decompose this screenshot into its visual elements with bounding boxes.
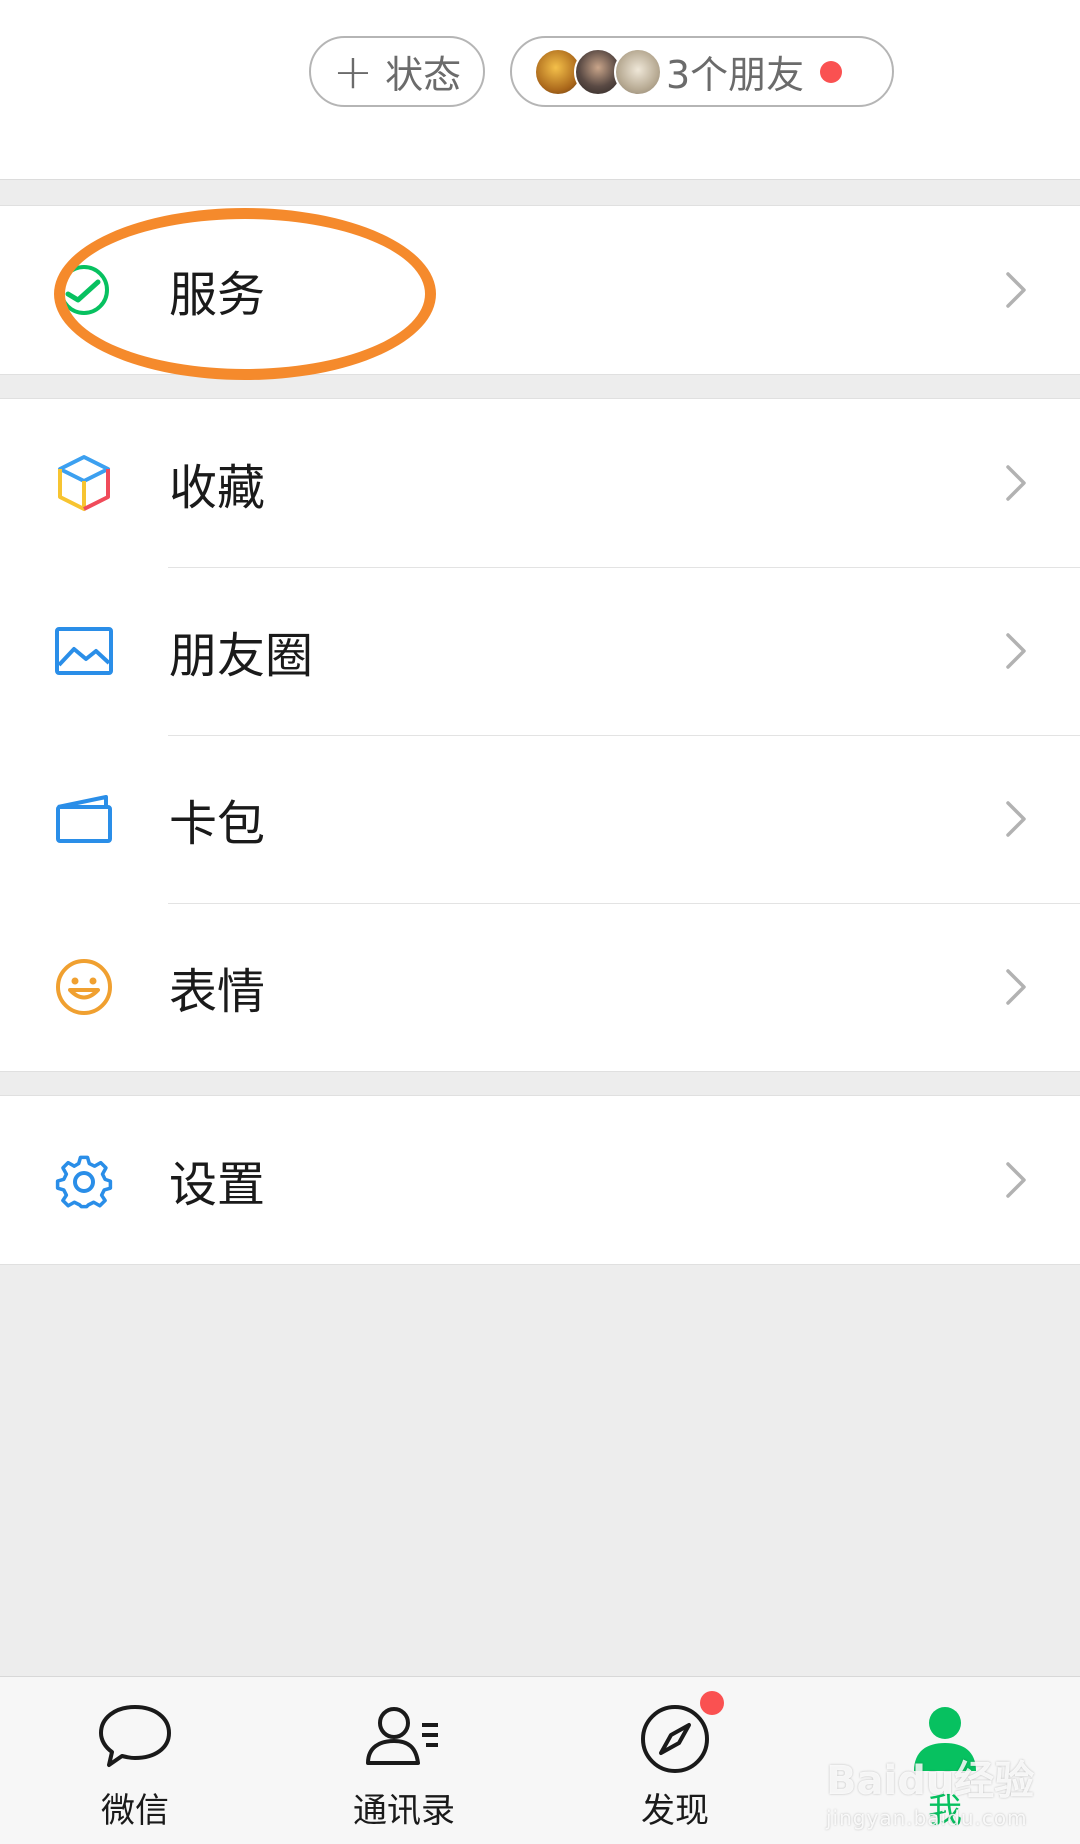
settings-group: 设置	[0, 1095, 1080, 1265]
tab-label: 发现	[641, 1791, 709, 1831]
friend-avatars	[534, 47, 662, 96]
tab-label: 我	[928, 1791, 962, 1831]
photo-icon	[55, 627, 113, 675]
tab-me[interactable]: 我	[845, 1677, 1045, 1844]
menu-item-label: 设置	[169, 1157, 266, 1213]
services-icon	[59, 265, 109, 315]
contacts-icon	[366, 1707, 438, 1765]
smiley-icon	[56, 959, 112, 1015]
add-status-button[interactable]: + 状态	[309, 36, 485, 107]
menu-item-label: 朋友圈	[169, 628, 314, 684]
wallet-icon	[56, 795, 112, 843]
compass-icon	[641, 1705, 709, 1773]
person-icon	[914, 1707, 976, 1771]
profile-header: + 状态 3个朋友	[0, 0, 1080, 180]
chevron-right-icon	[1006, 465, 1026, 501]
chevron-right-icon	[1006, 272, 1026, 308]
friends-status-button[interactable]: 3个朋友	[510, 36, 894, 107]
unread-dot	[820, 60, 843, 83]
chevron-right-icon	[1006, 969, 1026, 1005]
chevron-right-icon	[1006, 1162, 1026, 1198]
menu-item-settings[interactable]: 设置	[0, 1096, 1080, 1264]
menu-item-label: 收藏	[169, 460, 266, 516]
chevron-right-icon	[1006, 633, 1026, 669]
status-label: 状态	[385, 53, 462, 97]
tab-label: 通讯录	[353, 1791, 455, 1831]
tab-contacts[interactable]: 通讯录	[304, 1677, 504, 1844]
tab-label: 微信	[101, 1791, 169, 1831]
menu-item-moments[interactable]: 朋友圈	[0, 567, 1080, 735]
tab-chats[interactable]: 微信	[35, 1677, 235, 1844]
plus-icon: +	[332, 43, 374, 100]
chevron-right-icon	[1006, 801, 1026, 837]
menu-item-label: 表情	[169, 964, 266, 1020]
cube-icon	[58, 455, 110, 511]
menu-item-favorites[interactable]: 收藏	[0, 399, 1080, 567]
services-group: 服务	[0, 205, 1080, 375]
chat-bubble-icon	[99, 1705, 171, 1767]
tab-discover[interactable]: 发现	[575, 1677, 775, 1844]
menu-item-label: 卡包	[169, 796, 266, 852]
menu-item-label: 服务	[169, 267, 266, 323]
friends-label: 3个朋友	[666, 53, 805, 97]
gear-icon	[55, 1155, 113, 1209]
menu-item-cards[interactable]: 卡包	[0, 735, 1080, 903]
features-group: 收藏 朋友圈 卡包 表情	[0, 398, 1080, 1072]
avatar	[614, 47, 662, 96]
notification-dot	[700, 1691, 724, 1715]
bottom-tab-bar: 微信 通讯录 发现 我	[0, 1676, 1080, 1844]
menu-item-stickers[interactable]: 表情	[0, 903, 1080, 1071]
menu-item-services[interactable]: 服务	[0, 206, 1080, 374]
